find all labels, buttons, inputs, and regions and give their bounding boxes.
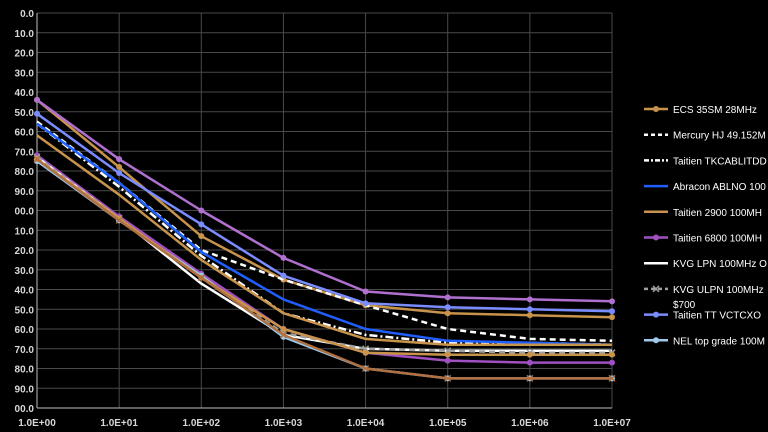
x-tick-label: 1.0E+01 — [100, 418, 138, 429]
data-point — [116, 164, 123, 171]
data-point — [198, 221, 205, 228]
line-chart: 0.0 10.0 20.0 30.0 40.0 50.0 60.0 70.0 80.0 90.0 0… — [0, 0, 768, 432]
x-tick-label: 1.0E+00 — [18, 418, 56, 429]
data-point — [362, 300, 369, 307]
data-point — [526, 359, 533, 366]
data-point — [526, 312, 533, 319]
legend-label: KVG LPN 100MHz O — [673, 259, 767, 270]
y-tick-label: 40.0 — [15, 286, 35, 297]
y-tick-label: 30.0 — [15, 68, 35, 79]
data-point — [34, 96, 40, 103]
legend-label: Taitien 6800 100MH — [673, 234, 762, 245]
y-tick-label: 00.0 — [15, 207, 35, 218]
legend-marker — [653, 234, 659, 241]
legend-label: Taitien TT VCTCXO — [673, 311, 761, 322]
y-tick-label: 10.0 — [15, 29, 35, 40]
data-point — [609, 351, 615, 358]
data-point — [362, 349, 369, 356]
legend-label: Abracon ABLNO 100 — [673, 182, 766, 193]
data-point — [444, 304, 451, 311]
y-tick-label: 10.0 — [15, 226, 35, 237]
x-tick-label: 1.0E+04 — [347, 418, 385, 429]
data-point — [116, 169, 123, 176]
x-tick-label: 1.0E+05 — [429, 418, 467, 429]
legend-label: Mercury HJ 49.152M — [673, 131, 766, 142]
data-point — [34, 110, 40, 117]
x-tick-label: 1.0E+06 — [511, 418, 549, 429]
legend-marker — [653, 311, 659, 318]
y-tick-label: 20.0 — [15, 49, 35, 60]
y-tick-label: 50.0 — [15, 305, 35, 316]
legend-label: $700 — [673, 300, 696, 311]
data-point — [526, 351, 533, 358]
data-point — [609, 359, 615, 366]
y-tick-label: 40.0 — [15, 88, 35, 99]
data-point — [444, 310, 451, 317]
legend-label: NEL top grade 100M — [673, 336, 765, 347]
y-tick-label: 30.0 — [15, 266, 35, 277]
data-point — [609, 314, 615, 321]
data-point — [198, 207, 205, 214]
legend-marker — [653, 106, 659, 112]
data-point — [198, 233, 205, 240]
data-point — [609, 308, 615, 315]
data-point — [362, 288, 369, 295]
y-tick-label: 50.0 — [15, 108, 35, 119]
data-point — [280, 326, 287, 332]
data-point — [280, 254, 287, 261]
y-tick-label: 60.0 — [15, 325, 35, 336]
data-point — [116, 156, 123, 163]
legend-label: Taitien 2900 100MH — [673, 208, 762, 219]
legend-label: KVG ULPN 100MHz — [673, 285, 764, 296]
legend-label: Taitien TKCABLITDD — [673, 156, 767, 167]
y-tick-label: 0.0 — [20, 9, 34, 20]
x-tick-label: 1.0E+03 — [265, 418, 303, 429]
legend-label: ECS 35SM 28MHz — [673, 105, 757, 116]
x-tick-label: 1.0E+02 — [183, 418, 221, 429]
data-point — [609, 298, 615, 305]
y-tick-label: 90.0 — [15, 187, 35, 198]
y-tick-label: 80.0 — [15, 167, 35, 178]
data-point — [444, 357, 451, 364]
y-tick-label: 20.0 — [15, 246, 35, 257]
y-tick-label: 60.0 — [15, 128, 35, 139]
y-axis-ticks: 0.0 10.0 20.0 30.0 40.0 50.0 60.0 70.0 80.0 90.0 0… — [15, 9, 35, 415]
x-tick-label: 1.0E+07 — [593, 418, 631, 429]
y-tick-label: 70.0 — [15, 147, 35, 158]
y-tick-label: 70.0 — [15, 345, 35, 356]
y-tick-label: 80.0 — [15, 365, 35, 376]
grid — [36, 12, 613, 409]
data-point — [444, 294, 451, 301]
data-point — [444, 351, 451, 358]
y-tick-label: 00.0 — [15, 404, 35, 415]
legend-marker — [653, 337, 659, 344]
data-point — [526, 306, 533, 313]
y-tick-label: 90.0 — [15, 384, 35, 395]
data-point — [280, 272, 287, 279]
data-point — [526, 296, 533, 303]
